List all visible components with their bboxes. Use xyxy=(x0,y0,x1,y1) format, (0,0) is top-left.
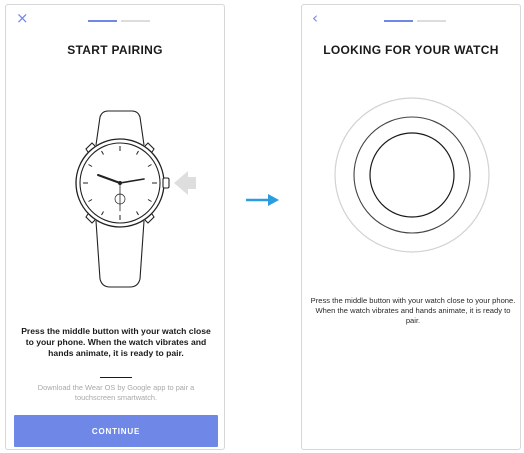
pairing-instruction: Press the middle button with your watch … xyxy=(21,326,211,358)
divider xyxy=(100,377,132,378)
press-arrow-icon xyxy=(174,171,196,195)
looking-for-watch-screen: ‹ LOOKING FOR YOUR WATCH Press the middl… xyxy=(301,4,521,450)
watch-illustration xyxy=(75,110,196,288)
continue-button[interactable]: CONTINUE xyxy=(14,415,218,447)
searching-rings-icon xyxy=(334,97,490,253)
progress-step-1 xyxy=(384,20,413,22)
back-icon[interactable]: ‹ xyxy=(312,11,318,26)
close-icon[interactable]: × xyxy=(16,11,29,26)
page-title: LOOKING FOR YOUR WATCH xyxy=(323,43,499,57)
progress-step-1 xyxy=(88,20,117,22)
pairing-instruction: Press the middle button with your watch … xyxy=(310,296,516,325)
page-title: START PAIRING xyxy=(67,43,163,57)
progress-indicator xyxy=(88,20,150,22)
start-pairing-screen: × START PAIRING Press the middle button … xyxy=(5,4,225,450)
wear-os-hint: Download the Wear OS by Google app to pa… xyxy=(37,383,195,402)
progress-indicator xyxy=(384,20,446,22)
arrow-right-icon xyxy=(246,194,279,206)
progress-step-2 xyxy=(417,20,446,22)
progress-step-2 xyxy=(121,20,150,22)
